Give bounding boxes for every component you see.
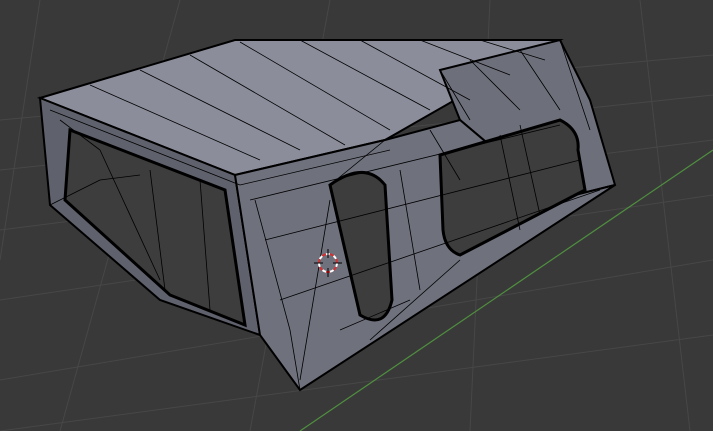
3d-viewport[interactable] (0, 0, 713, 431)
viewport-canvas[interactable] (0, 0, 713, 431)
mesh-object[interactable] (36, 38, 617, 392)
